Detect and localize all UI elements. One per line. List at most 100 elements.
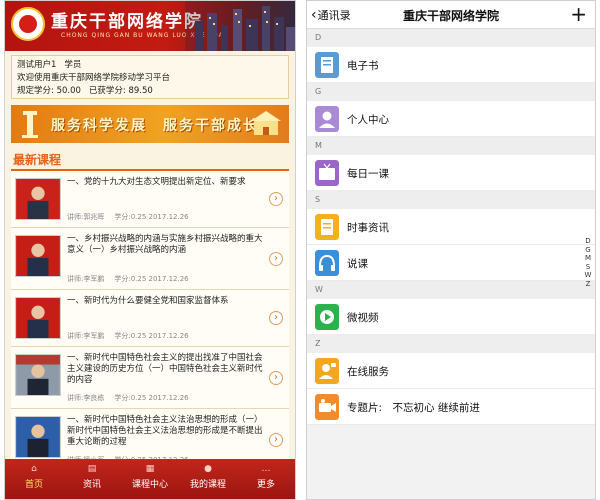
top-nav-bar: ‹通讯录 重庆干部网络学院 +	[307, 1, 595, 29]
course-thumbnail	[15, 235, 61, 277]
course-credit: 学分:0.25 2017.12.26	[114, 275, 189, 283]
item-label: 时事资讯	[347, 222, 389, 234]
news-icon	[315, 214, 339, 240]
home-icon: ⌂	[31, 464, 37, 474]
banner-title: 重庆干部网络学院	[51, 12, 203, 32]
group-header-w: W	[307, 281, 595, 299]
list-item-personal-center[interactable]: 个人中心	[307, 101, 595, 137]
header-banner: 重庆干部网络学院 CHONG QING GAN BU WANG LUO XUE …	[5, 1, 295, 51]
chevron-right-icon[interactable]: ›	[269, 370, 283, 385]
latest-courses-heading: 最新课程	[11, 151, 289, 171]
tab-label: 我的课程	[189, 480, 226, 490]
book-icon	[315, 52, 339, 78]
earned-credits: 已获学分: 89.50	[88, 86, 153, 96]
tab-course-center[interactable]: ▦ 课程中心	[121, 459, 179, 499]
chevron-right-icon[interactable]: ›	[269, 192, 283, 206]
course-thumbnail	[15, 416, 61, 458]
course-title: 一、新时代为什么要健全党和国家监督体系	[67, 296, 229, 306]
list-item-micro-video[interactable]: 微视频	[307, 299, 595, 335]
user-role: 学员	[64, 60, 82, 70]
item-label: 每日一课	[347, 168, 389, 180]
tab-label: 更多	[256, 480, 275, 490]
course-title: 一、新时代中国特色社会主义的提出找准了中国社会主义建设的历史方位（一）中国特色社…	[67, 353, 263, 385]
right-phone-screen: ‹通讯录 重庆干部网络学院 + D 电子书 G 个人中心 M 每日一课 S 时事…	[306, 0, 596, 500]
news-icon: ▤	[87, 464, 97, 474]
course-title: 一、党的十九大对生态文明提出新定位、新要求	[67, 177, 246, 187]
add-button[interactable]: +	[570, 2, 587, 26]
page-title: 重庆干部网络学院	[402, 9, 499, 23]
course-item[interactable]: 一、新时代中国特色社会主义的提出找准了中国社会主义建设的历史方位（一）中国特色社…	[11, 347, 289, 409]
course-thumbnail	[15, 178, 61, 220]
tab-my-courses[interactable]: ● 我的课程	[179, 459, 237, 499]
group-header-m: M	[307, 137, 595, 155]
tab-label: 首页	[24, 480, 43, 490]
camera-icon	[315, 394, 339, 420]
required-credits: 规定学分: 50.00	[17, 86, 81, 96]
course-lecturer: 讲师:李军鹏	[67, 332, 105, 340]
user-info-box: 测试用户1 学员 欢迎使用重庆干部网络学院移动学习平台 规定学分: 50.00 已获…	[11, 55, 289, 99]
course-title: 一、乡村振兴战略的内涵与实施乡村振兴战略的重大意义（一）乡村振兴战略的内涵	[67, 234, 263, 255]
course-item[interactable]: 一、党的十九大对生态文明提出新定位、新要求 讲师:郭兆晖 学分:0.25 2017…	[11, 171, 289, 228]
course-lecturer: 讲师:郭兆晖	[67, 213, 105, 221]
index-letter[interactable]: G	[583, 246, 593, 255]
index-letter[interactable]: D	[583, 237, 593, 246]
person-icon	[315, 106, 339, 132]
item-label: 在线服务	[347, 366, 389, 378]
course-item[interactable]: 一、乡村振兴战略的内涵与实施乡村振兴战略的重大意义（一）乡村振兴战略的内涵 讲师…	[11, 228, 289, 290]
group-header-d: D	[307, 29, 595, 47]
tiananmen-icon	[251, 111, 281, 135]
tv-icon	[315, 160, 339, 186]
course-title: 一、新时代中国特色社会主义法治思想的形成（一）新时代中国特色社会主义法治思想的形…	[67, 415, 263, 447]
left-phone-screen: 重庆干部网络学院 CHONG QING GAN BU WANG LUO XUE …	[4, 0, 296, 500]
tab-label: 资讯	[82, 480, 101, 490]
chevron-right-icon[interactable]: ›	[269, 251, 283, 266]
course-item[interactable]: 一、新时代为什么要健全党和国家监督体系 讲师:李军鹏 学分:0.25 2017.1…	[11, 290, 289, 347]
index-letter[interactable]: W	[583, 271, 593, 280]
item-label: 电子书	[347, 60, 379, 72]
course-credit: 学分:0.25 2017.12.26	[114, 394, 189, 402]
play-icon	[315, 304, 339, 330]
list-item-special-feature[interactable]: 专题片: 不忘初心 继续前进	[307, 389, 595, 425]
course-lecturer: 讲师:李军鹏	[67, 275, 105, 283]
college-logo	[11, 7, 45, 41]
list-item-talk-course[interactable]: 说课	[307, 245, 595, 281]
slogan-banner[interactable]: 服务科学发展 服务干部成长	[11, 105, 289, 143]
bottom-tab-bar: ⌂ 首页 ▤ 资讯 ▦ 课程中心 ● 我的课程 … 更多	[5, 459, 295, 499]
slogan-text: 服务科学发展 服务干部成长	[51, 118, 259, 134]
city-skyline-image	[185, 1, 295, 51]
group-header-s: S	[307, 191, 595, 209]
tab-news[interactable]: ▤ 资讯	[63, 459, 121, 499]
index-letter[interactable]: M	[583, 254, 593, 263]
list-item-online-service[interactable]: 在线服务	[307, 353, 595, 389]
service-icon	[315, 358, 339, 384]
person-icon: ●	[204, 464, 212, 474]
course-thumbnail	[15, 297, 61, 339]
group-header-g: G	[307, 83, 595, 101]
group-header-z: Z	[307, 335, 595, 353]
alphabet-index[interactable]: D G M S W Z	[583, 237, 593, 288]
user-name: 测试用户1	[17, 60, 57, 70]
welcome-text: 欢迎使用重庆干部网络学院移动学习平台	[17, 73, 171, 83]
list-item-daily-lesson[interactable]: 每日一课	[307, 155, 595, 191]
chevron-right-icon[interactable]: ›	[269, 432, 283, 447]
chevron-right-icon[interactable]: ›	[269, 311, 283, 325]
item-label: 微视频	[347, 312, 379, 324]
item-label: 说课	[347, 258, 368, 270]
grid-icon: ▦	[145, 464, 155, 474]
tab-more[interactable]: … 更多	[237, 459, 295, 499]
item-label: 专题片: 不忘初心 继续前进	[347, 402, 480, 414]
course-thumbnail	[15, 354, 61, 396]
course-credit: 学分:0.25 2017.12.26	[114, 213, 189, 221]
pillar-icon	[22, 111, 38, 138]
more-icon: …	[261, 464, 271, 474]
list-item-ebook[interactable]: 电子书	[307, 47, 595, 83]
course-credit: 学分:0.25 2017.12.26	[114, 332, 189, 340]
list-item-current-news[interactable]: 时事资讯	[307, 209, 595, 245]
course-list: 一、党的十九大对生态文明提出新定位、新要求 讲师:郭兆晖学分:0.25 2017…	[11, 171, 289, 471]
headphones-icon	[315, 250, 339, 276]
tab-home[interactable]: ⌂ 首页	[5, 459, 63, 499]
item-label: 个人中心	[347, 114, 389, 126]
tab-label: 课程中心	[131, 480, 168, 490]
index-letter[interactable]: S	[583, 263, 593, 272]
index-letter[interactable]: Z	[583, 280, 593, 289]
